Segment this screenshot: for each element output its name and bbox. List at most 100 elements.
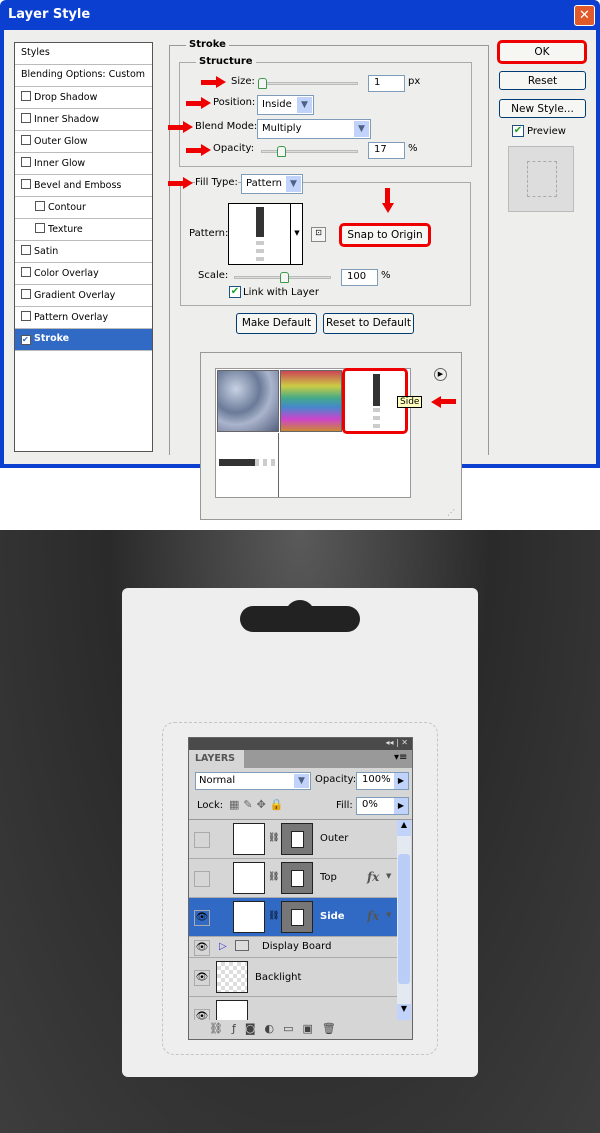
style-item-outer-glow[interactable]: Outer Glow xyxy=(15,131,152,153)
scrollbar[interactable]: ▲ ▼ xyxy=(397,820,411,1020)
scale-input[interactable]: 100 xyxy=(341,269,378,286)
style-item-styles[interactable]: Styles xyxy=(15,43,152,65)
style-checkbox[interactable] xyxy=(21,179,31,189)
preview-checkbox[interactable]: ✔ xyxy=(512,125,524,137)
red-arrow-icon xyxy=(430,397,456,407)
style-item-pattern-overlay[interactable]: Pattern Overlay xyxy=(15,307,152,329)
panel-collapse-close-icon[interactable]: ◂◂ | ✕ xyxy=(189,738,412,750)
structure-heading: Structure xyxy=(196,56,256,67)
style-checkbox[interactable] xyxy=(21,91,31,101)
eye-icon[interactable]: 👁 xyxy=(194,939,210,956)
style-item-color-overlay[interactable]: Color Overlay xyxy=(15,263,152,285)
expand-effects-icon[interactable]: ▼ xyxy=(386,911,391,919)
scale-slider-thumb[interactable] xyxy=(280,272,289,283)
eye-icon[interactable]: 👁 xyxy=(194,969,210,986)
opacity-slider[interactable] xyxy=(261,146,358,157)
visibility-toggle[interactable] xyxy=(194,831,210,848)
opacity-input[interactable]: 17 xyxy=(368,142,405,159)
link-with-layer-checkbox[interactable]: ✔ xyxy=(229,286,241,298)
style-item-contour[interactable]: Contour xyxy=(15,197,152,219)
size-input[interactable]: 1 xyxy=(368,75,405,92)
resize-grip-icon[interactable]: ⋰ xyxy=(447,508,455,517)
tab-layers[interactable]: LAYERS xyxy=(189,750,244,768)
snap-to-origin-button[interactable]: Snap to Origin xyxy=(339,223,431,247)
style-item-stroke[interactable]: ✔ Stroke xyxy=(15,329,152,351)
style-item-drop-shadow[interactable]: Drop Shadow xyxy=(15,87,152,109)
popup-menu-icon[interactable]: ▶ xyxy=(434,368,447,381)
lock-label: Lock: xyxy=(197,800,224,811)
style-item-texture[interactable]: Texture xyxy=(15,219,152,241)
blend-mode-select[interactable]: Normal ▼ xyxy=(195,772,311,790)
fill-type-select[interactable]: Pattern ▼ xyxy=(241,174,303,194)
expand-effects-icon[interactable]: ▼ xyxy=(386,872,391,880)
style-checkbox[interactable] xyxy=(21,245,31,255)
blend-mode-select[interactable]: Multiply ▼ xyxy=(257,119,371,139)
arrow-right-icon[interactable]: ▶ xyxy=(394,773,408,789)
chain-link-icon[interactable]: ⛓ xyxy=(268,872,279,882)
style-item-bevel-and-emboss[interactable]: Bevel and Emboss xyxy=(15,175,152,197)
scrollbar-thumb[interactable] xyxy=(398,854,410,984)
style-checkbox[interactable] xyxy=(21,267,31,277)
position-select[interactable]: Inside ▼ xyxy=(257,95,314,115)
make-default-button[interactable]: Make Default xyxy=(236,313,317,334)
lock-icons[interactable]: ▦✎✥🔒 xyxy=(229,798,288,811)
fill-value: 0% xyxy=(362,799,378,810)
layer-row[interactable]: ⛓ Outer xyxy=(189,820,397,859)
scroll-down-icon[interactable]: ▼ xyxy=(397,1004,411,1020)
style-checkbox[interactable] xyxy=(35,201,45,211)
reset-button[interactable]: Reset xyxy=(499,71,586,90)
size-slider-thumb[interactable] xyxy=(258,78,267,89)
style-checkbox[interactable] xyxy=(21,311,31,321)
pattern-horizontal[interactable] xyxy=(217,433,279,497)
layers-footer-icons[interactable]: ⛓ƒ◙◐▭▣🗑 xyxy=(209,1022,345,1035)
pattern-swatch xyxy=(256,207,264,237)
pattern-bubbles[interactable] xyxy=(217,370,279,432)
close-button[interactable]: ✕ xyxy=(574,5,595,26)
layer-row[interactable]: 👁 Backlight xyxy=(189,958,397,997)
ok-button[interactable]: OK xyxy=(497,40,587,64)
folder-icon xyxy=(235,940,249,951)
size-slider[interactable] xyxy=(258,78,358,89)
layer-row[interactable]: 👁 ⛓ Side fx ▼ xyxy=(189,898,397,937)
style-checkbox[interactable] xyxy=(21,157,31,167)
chain-link-icon[interactable]: ⛓ xyxy=(268,833,279,843)
style-checkbox[interactable] xyxy=(35,223,45,233)
layer-fill-input[interactable]: 0% ▶ xyxy=(356,797,409,815)
eye-icon[interactable]: 👁 xyxy=(194,909,210,926)
fx-icon[interactable]: fx xyxy=(367,870,379,884)
reset-to-default-button[interactable]: Reset to Default xyxy=(323,313,414,334)
opacity-value: 100% xyxy=(362,774,391,785)
layer-thumbnail xyxy=(233,862,265,894)
layer-name: Backlight xyxy=(255,972,302,983)
pattern-dropdown-icon[interactable]: ▼ xyxy=(290,204,303,264)
new-style-button[interactable]: New Style... xyxy=(499,99,586,118)
pattern-rainbow[interactable] xyxy=(280,370,342,432)
opacity-slider-thumb[interactable] xyxy=(277,146,287,157)
style-checkbox[interactable]: ✔ xyxy=(21,335,31,345)
style-checkbox[interactable] xyxy=(21,113,31,123)
arrow-right-icon[interactable]: ▶ xyxy=(394,798,408,814)
style-item-blending-options-custom[interactable]: Blending Options: Custom xyxy=(15,65,152,87)
scale-slider[interactable] xyxy=(234,272,331,283)
scroll-up-icon[interactable]: ▲ xyxy=(397,820,411,836)
eye-icon[interactable]: 👁 xyxy=(194,1008,210,1020)
pattern-picker[interactable]: ▼ xyxy=(228,203,303,265)
new-preset-icon[interactable]: ⊡ xyxy=(311,227,326,242)
layer-opacity-input[interactable]: 100% ▶ xyxy=(356,772,409,790)
style-item-gradient-overlay[interactable]: Gradient Overlay xyxy=(15,285,152,307)
layer-row[interactable]: ⛓ Top fx ▼ xyxy=(189,859,397,898)
fx-icon[interactable]: fx xyxy=(367,909,379,923)
panel-menu-icon[interactable]: ▾≡ xyxy=(394,752,407,763)
chain-link-icon[interactable]: ⛓ xyxy=(268,911,279,921)
visibility-toggle[interactable] xyxy=(194,870,210,887)
pattern-tooltip: Side xyxy=(397,396,423,408)
style-checkbox[interactable] xyxy=(21,289,31,299)
expand-triangle-icon[interactable]: ▷ xyxy=(219,941,227,952)
layer-row[interactable]: 👁 ▷ Display Board xyxy=(189,937,397,958)
style-item-inner-shadow[interactable]: Inner Shadow xyxy=(15,109,152,131)
style-item-satin[interactable]: Satin xyxy=(15,241,152,263)
layer-row[interactable]: 👁Backgroundfx▼ xyxy=(189,997,397,1020)
style-item-inner-glow[interactable]: Inner Glow xyxy=(15,153,152,175)
style-checkbox[interactable] xyxy=(21,135,31,145)
fill-type-label: Fill Type: xyxy=(195,177,238,188)
